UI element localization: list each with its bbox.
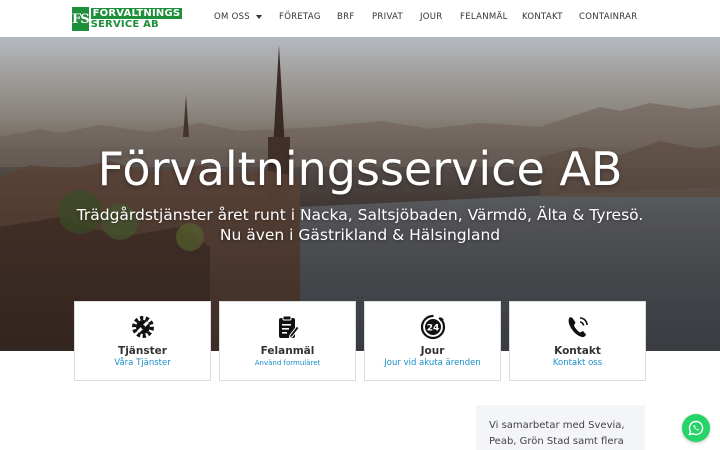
clock-24-icon: 24: [420, 314, 445, 340]
nav-item-jour[interactable]: JOUR: [420, 12, 443, 22]
hero-subtitle-line-2: Nu även i Gästrikland & Hälsingland: [219, 226, 501, 244]
nav-item-foretag[interactable]: FÖRETAG: [279, 12, 321, 22]
card-link[interactable]: Våra Tjänster: [75, 358, 210, 368]
chevron-down-icon: [256, 14, 263, 19]
logo-line-1: FÖRVALTNINGS: [90, 8, 183, 19]
whatsapp-icon: [688, 420, 704, 436]
nav-item-om-oss[interactable]: OM OSS: [214, 12, 263, 22]
gear-wrench-icon: [131, 316, 154, 338]
nav-item-felanmal[interactable]: FELANMÄL: [460, 12, 508, 22]
main-nav: OM OSS FÖRETAG BRF PRIVAT JOUR FELANMÄL …: [200, 0, 640, 37]
logo-wordmark: FÖRVALTNINGS SERVICE AB: [90, 8, 183, 30]
svg-text:24: 24: [426, 324, 439, 334]
card-title: Jour: [420, 345, 445, 357]
phone-icon: [568, 317, 588, 338]
card-link[interactable]: Använd formuläret: [220, 359, 355, 367]
hero-subtitle-line-1: Trädgårdstjänster året runt i Nacka, Sal…: [76, 206, 644, 224]
nav-label: OM OSS: [214, 12, 251, 22]
whatsapp-chat-button[interactable]: [682, 414, 710, 442]
card-link[interactable]: Kontakt oss: [510, 358, 645, 368]
card-link[interactable]: Jour vid akuta ärenden: [365, 358, 500, 368]
nav-item-kontakt[interactable]: KONTAKT: [522, 12, 563, 22]
card-title: Tjänster: [118, 345, 167, 357]
hero-title: Förvaltningsservice AB: [97, 142, 623, 196]
card-tjanster[interactable]: Tjänster Våra Tjänster: [74, 301, 211, 381]
logo-line-2: SERVICE AB: [90, 19, 159, 30]
nav-item-containrar[interactable]: CONTAINRAR: [579, 12, 637, 22]
nav-item-privat[interactable]: PRIVAT: [372, 12, 403, 22]
card-felanmal[interactable]: Felanmäl Använd formuläret: [219, 301, 356, 381]
card-kontakt[interactable]: Kontakt Kontakt oss: [509, 301, 646, 381]
partners-box: Vi samarbetar med Svevia, Peab, Grön Sta…: [476, 405, 645, 450]
logo-mark: FS: [72, 7, 90, 31]
card-title: Felanmäl: [260, 345, 315, 357]
partners-text: Vi samarbetar med Svevia, Peab, Grön Sta…: [489, 420, 625, 447]
site-header: FS FÖRVALTNINGS SERVICE AB OM OSS FÖRETA…: [0, 0, 720, 37]
site-logo[interactable]: FS FÖRVALTNINGS SERVICE AB: [72, 7, 183, 31]
hero-subtitle: Trädgårdstjänster året runt i Nacka, Sal…: [0, 205, 720, 245]
page: FS FÖRVALTNINGS SERVICE AB OM OSS FÖRETA…: [0, 0, 720, 450]
nav-item-brf[interactable]: BRF: [337, 12, 355, 22]
card-jour[interactable]: 24 Jour Jour vid akuta ärenden: [364, 301, 501, 381]
card-title: Kontakt: [554, 345, 601, 357]
clipboard-edit-icon: [278, 315, 300, 339]
